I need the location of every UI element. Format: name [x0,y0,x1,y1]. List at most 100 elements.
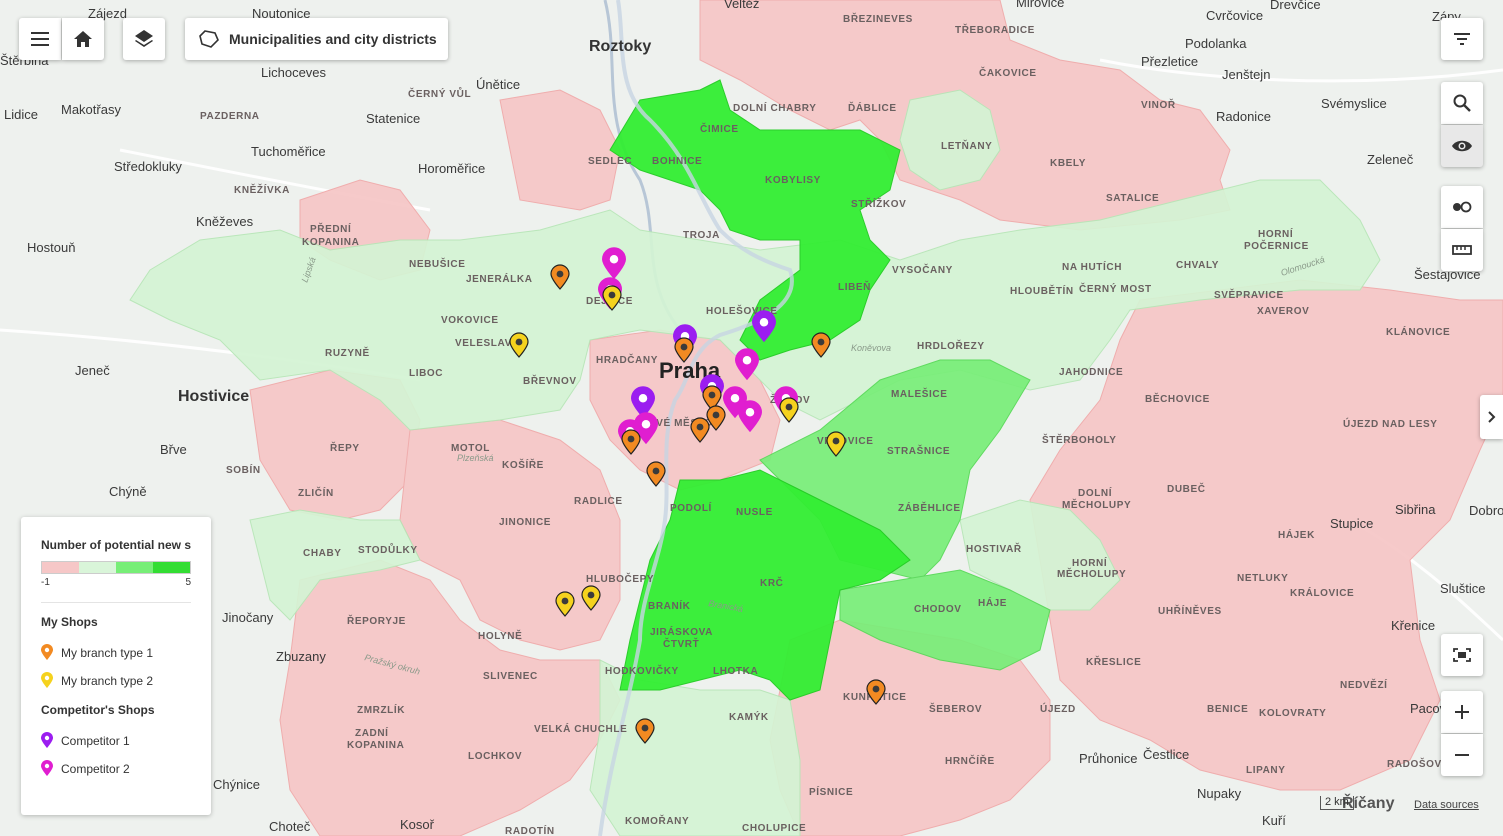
menu-button[interactable] [19,18,61,60]
svg-text:LETŇANY: LETŇANY [941,139,992,152]
svg-text:NEBUŠICE: NEBUŠICE [409,257,465,270]
svg-text:Cvrčovice: Cvrčovice [1206,8,1263,23]
home-button[interactable] [62,18,104,60]
svg-text:Radonice: Radonice [1216,109,1271,124]
legend-item-branch-type-2[interactable]: My branch type 2 [41,667,191,695]
svg-text:ŘEPORYJE: ŘEPORYJE [347,614,406,627]
active-layer-selector[interactable]: Municipalities and city districts [185,18,448,60]
svg-text:ZMRZLÍK: ZMRZLÍK [357,703,405,716]
svg-text:KOBYLISY: KOBYLISY [765,175,821,186]
svg-text:Svémyslice: Svémyslice [1321,96,1387,111]
filter-icon [1454,33,1470,45]
svg-text:HÁJEK: HÁJEK [1278,528,1315,541]
eye-icon [1452,139,1472,153]
zoom-out-button[interactable] [1441,734,1483,776]
my-shops-title: My Shops [41,615,98,629]
svg-text:KLÁNOVICE: KLÁNOVICE [1386,325,1450,338]
ruler-icon [1452,245,1472,255]
layers-button[interactable] [123,18,165,60]
svg-text:DOLNÍ: DOLNÍ [1078,486,1112,499]
svg-text:Přezletice: Přezletice [1141,54,1198,69]
svg-text:HÁJE: HÁJE [978,596,1007,609]
svg-text:BENICE: BENICE [1207,704,1248,715]
competitor-shops-title: Competitor's Shops [41,703,155,717]
svg-text:Drevčice: Drevčice [1270,0,1321,12]
svg-text:Podolanka: Podolanka [1185,36,1247,51]
svg-text:Křenice: Křenice [1391,618,1435,633]
ramp-step [153,562,190,573]
svg-text:KŘESLICE: KŘESLICE [1086,655,1141,668]
svg-text:PAZDERNA: PAZDERNA [200,111,260,122]
svg-text:Statenice: Statenice [366,111,420,126]
svg-text:Jeneč: Jeneč [75,363,110,378]
toggle-button[interactable] [1441,186,1483,228]
svg-text:LIPANY: LIPANY [1246,765,1286,776]
svg-text:JENERÁLKA: JENERÁLKA [466,272,533,285]
map-canvas[interactable]: Zájezd Noutonice Veltěž Mirovice Drevčic… [0,0,1503,836]
svg-text:Kněževes: Kněževes [196,214,254,229]
svg-text:KAMÝK: KAMÝK [729,710,769,723]
marker-pin-icon [41,731,61,751]
svg-text:Hostivice: Hostivice [178,388,249,405]
layers-icon [134,29,154,49]
svg-text:Sluštice: Sluštice [1440,581,1486,596]
svg-text:MĚCHOLUPY: MĚCHOLUPY [1057,567,1126,580]
svg-text:Stupice: Stupice [1330,516,1373,531]
svg-text:ČIMICE: ČIMICE [700,122,739,135]
svg-text:KRČ: KRČ [760,576,783,589]
svg-text:HRADČANY: HRADČANY [596,353,658,366]
svg-text:CHOLUPICE: CHOLUPICE [742,823,806,834]
svg-text:Zbuzany: Zbuzany [276,649,326,664]
svg-text:KOPANINA: KOPANINA [302,237,359,248]
svg-text:ZADNÍ: ZADNÍ [355,726,389,739]
ramp-min-label: -1 [41,577,50,588]
svg-text:Sibřina: Sibřina [1395,502,1436,517]
svg-text:BOHNICE: BOHNICE [652,156,702,167]
svg-text:HOSTIVAŘ: HOSTIVAŘ [966,542,1022,555]
svg-text:STŘÍŽKOV: STŘÍŽKOV [851,197,906,210]
svg-text:VELKÁ CHUCHLE: VELKÁ CHUCHLE [534,722,627,735]
zoom-out-icon [1455,754,1469,756]
svg-text:UHŘÍNĚVES: UHŘÍNĚVES [1158,604,1222,617]
visibility-button[interactable] [1441,125,1483,167]
legend-item-competitor-2[interactable]: Competitor 2 [41,755,191,783]
svg-text:CHVALY: CHVALY [1176,260,1219,271]
svg-text:SVĚPRAVICE: SVĚPRAVICE [1214,288,1284,301]
svg-text:NA HUTÍCH: NA HUTÍCH [1062,260,1122,273]
zoom-in-button[interactable] [1441,691,1483,733]
svg-text:HLOUBĚTÍN: HLOUBĚTÍN [1010,284,1074,297]
search-button[interactable] [1441,82,1483,124]
svg-text:LIBEŇ: LIBEŇ [838,280,871,293]
svg-text:Kosoř: Kosoř [400,817,435,832]
active-layer-title: Municipalities and city districts [229,31,437,47]
svg-text:ČTVRŤ: ČTVRŤ [663,637,699,650]
svg-text:ĎÁBLICE: ĎÁBLICE [848,101,897,114]
svg-text:VINOŘ: VINOŘ [1141,98,1176,111]
search-icon [1453,94,1471,112]
svg-text:ŠEBEROV: ŠEBEROV [929,702,982,715]
filter-button[interactable] [1441,18,1483,60]
legend-item-competitor-1[interactable]: Competitor 1 [41,727,191,755]
svg-text:MALEŠICE: MALEŠICE [891,387,947,400]
svg-text:KOLOVRATY: KOLOVRATY [1259,708,1326,719]
svg-text:DOLNÍ CHABRY: DOLNÍ CHABRY [733,101,817,114]
svg-text:Veltěž: Veltěž [724,0,759,11]
data-sources-link[interactable]: Data sources [1414,799,1479,811]
svg-text:XAVEROV: XAVEROV [1257,306,1309,317]
measure-button[interactable] [1441,229,1483,271]
svg-text:HLUBOČEPY: HLUBOČEPY [586,572,654,585]
svg-text:Zeleneč: Zeleneč [1367,152,1414,167]
legend-item-branch-type-1[interactable]: My branch type 1 [41,639,191,667]
legend-label: Competitor 2 [61,762,130,776]
fit-bounds-button[interactable] [1441,634,1483,676]
marker-pin-icon [41,759,61,779]
svg-text:KOMOŘANY: KOMOŘANY [625,814,689,827]
svg-text:Mirovice: Mirovice [1016,0,1064,10]
svg-text:SATALICE: SATALICE [1106,193,1159,204]
legend-label: My branch type 2 [61,674,154,688]
svg-text:ÚJEZD: ÚJEZD [1040,702,1076,715]
svg-text:Kuří: Kuří [1262,813,1286,828]
svg-text:KOPANINA: KOPANINA [347,740,404,751]
expand-panel-button[interactable] [1480,395,1503,439]
svg-text:BŘEVNOV: BŘEVNOV [523,374,577,387]
